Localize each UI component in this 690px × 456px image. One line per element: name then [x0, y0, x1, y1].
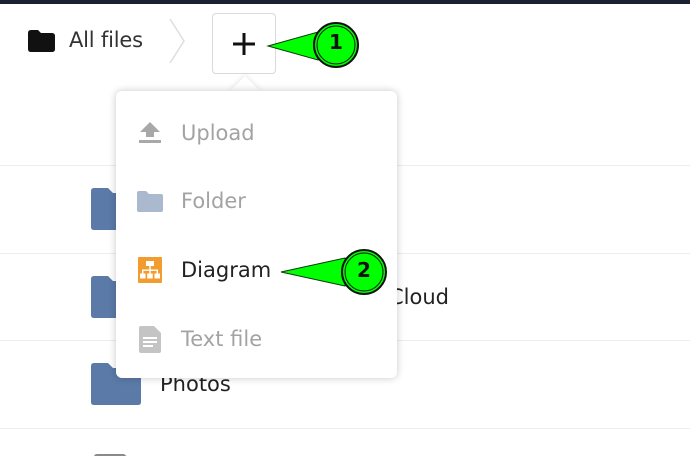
breadcrumb-all-files[interactable]: All files	[69, 28, 143, 52]
file-name[interactable]: Cloud	[389, 285, 449, 309]
folder-icon[interactable]	[28, 30, 55, 52]
callout-number-1: 1	[329, 30, 343, 54]
breadcrumb-separator-icon	[168, 18, 188, 68]
top-bar	[0, 0, 690, 4]
plus-icon	[233, 32, 255, 55]
callout-arrow-1: 1	[266, 20, 362, 76]
callout-number-2: 2	[357, 258, 371, 282]
menu-item-label: Diagram	[181, 258, 272, 282]
menu-item-folder[interactable]: Folder	[116, 169, 397, 233]
row-divider	[0, 428, 690, 429]
menu-caret	[229, 76, 261, 92]
text-file-icon	[136, 325, 164, 353]
menu-item-label: Text file	[181, 327, 263, 351]
new-file-menu: Upload Folder Diagram Text file	[116, 91, 397, 378]
menu-item-text-file[interactable]: Text file	[116, 307, 397, 371]
document-icon[interactable]	[94, 449, 134, 456]
menu-item-label: Upload	[181, 121, 255, 145]
diagram-icon	[136, 256, 164, 284]
menu-item-label: Folder	[181, 189, 246, 213]
menu-item-upload[interactable]: Upload	[116, 101, 397, 165]
folder-icon	[136, 187, 164, 215]
upload-icon	[136, 119, 164, 147]
callout-arrow-2: 2	[279, 248, 391, 302]
